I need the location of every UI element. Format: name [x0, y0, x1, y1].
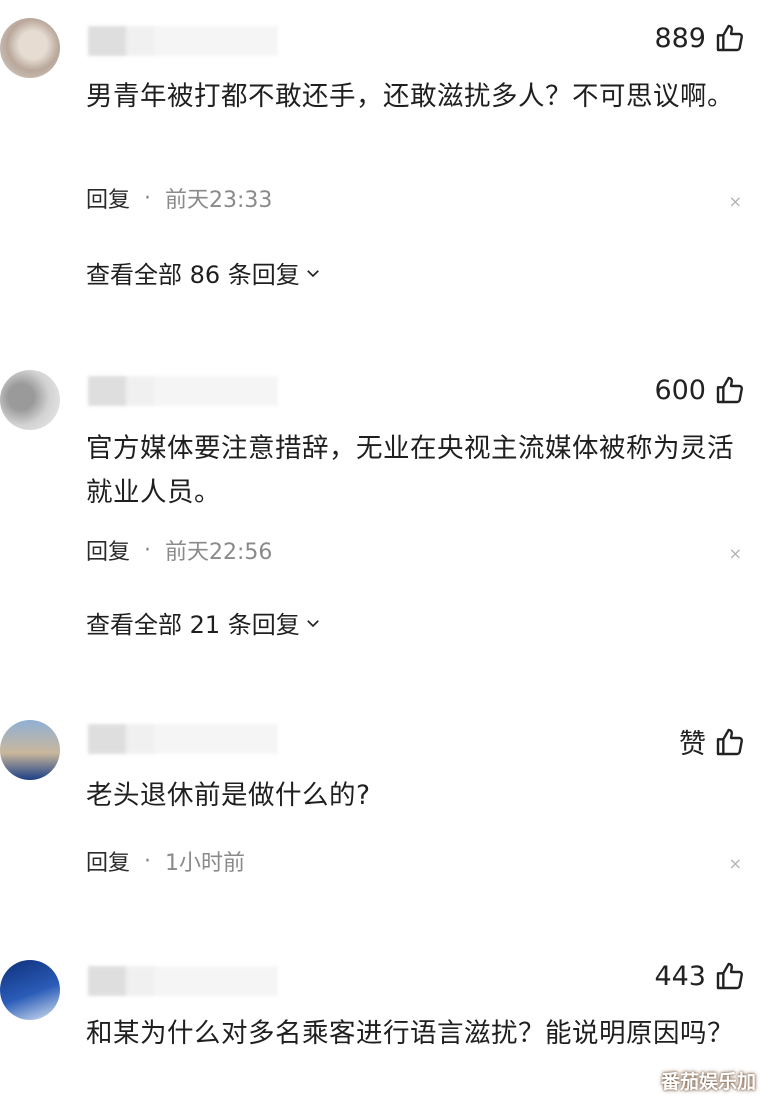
view-replies-label: 查看全部 21 条回复	[86, 611, 300, 639]
like-button[interactable]: 443	[654, 960, 746, 992]
like-button[interactable]: 600	[654, 374, 746, 406]
separator-dot: ·	[144, 848, 152, 874]
timestamp: 前天22:56	[165, 540, 273, 565]
like-count: 600	[654, 374, 706, 406]
view-replies-label: 查看全部 86 条回复	[86, 261, 300, 289]
chevron-down-icon	[306, 269, 319, 277]
comment-meta: 回复 · 1小时前	[86, 845, 245, 877]
thumbs-up-icon	[716, 962, 743, 990]
avatar[interactable]	[0, 370, 60, 430]
watermark: 番茄娱乐加	[660, 1071, 756, 1093]
avatar[interactable]	[0, 720, 60, 780]
reply-button[interactable]: 回复	[86, 182, 130, 214]
like-count: 889	[654, 22, 706, 54]
reply-button[interactable]: 回复	[86, 845, 130, 877]
separator-dot: ·	[144, 537, 152, 563]
comment-text: 老头退休前是做什么的?	[86, 780, 371, 811]
username-blurred[interactable]	[88, 966, 278, 996]
thumbs-up-icon	[716, 376, 743, 404]
username-blurred[interactable]	[88, 376, 278, 406]
view-replies-link[interactable]: 查看全部 86 条回复	[86, 255, 322, 290]
avatar[interactable]	[0, 18, 60, 78]
view-replies-link[interactable]: 查看全部 21 条回复	[86, 605, 322, 640]
thumbs-up-icon	[716, 24, 743, 52]
timestamp: 前天23:33	[165, 188, 273, 213]
close-icon[interactable]: ×	[729, 544, 742, 563]
timestamp: 1小时前	[165, 851, 246, 876]
reply-button[interactable]: 回复	[86, 534, 130, 566]
chevron-down-icon	[306, 619, 319, 627]
comment-text: 和某为什么对多名乘客进行语言滋扰？能说明原因吗？	[86, 1018, 734, 1049]
separator-dot: ·	[144, 185, 152, 211]
comment-meta: 回复 · 前天22:56	[86, 534, 272, 566]
close-icon[interactable]: ×	[729, 192, 742, 211]
like-button[interactable]: 889	[654, 22, 746, 54]
thumbs-up-icon	[716, 728, 743, 755]
like-button[interactable]: 赞	[679, 722, 746, 761]
username-blurred[interactable]	[88, 26, 278, 56]
like-label: 赞	[679, 729, 706, 760]
comment-text: 男青年被打都不敢还手，还敢滋扰多人？不可思议啊。	[86, 81, 734, 112]
username-blurred[interactable]	[88, 724, 278, 754]
comment-meta: 回复 · 前天23:33	[86, 182, 272, 214]
avatar[interactable]	[0, 960, 60, 1020]
close-icon[interactable]: ×	[729, 854, 742, 873]
like-count: 443	[654, 960, 706, 992]
comment-text: 官方媒体要注意措辞，无业在央视主流媒体被称为灵活就业人员。	[86, 433, 734, 508]
